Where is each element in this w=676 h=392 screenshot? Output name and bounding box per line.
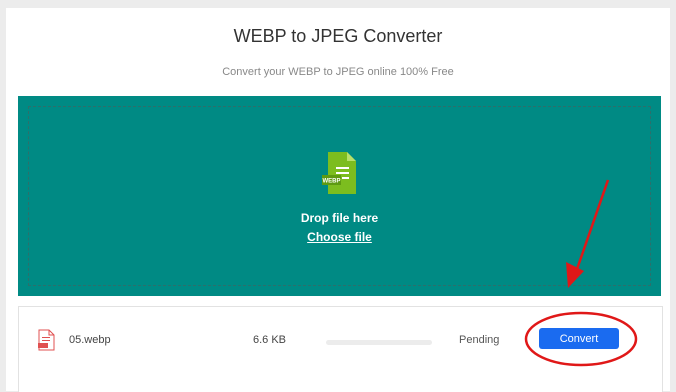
red-file-icon xyxy=(37,329,55,351)
conversion-progress-bar xyxy=(326,340,432,345)
status-text: Pending xyxy=(459,334,500,346)
convert-button[interactable]: Convert xyxy=(539,328,619,349)
file-size: 6.6 KB xyxy=(253,334,287,346)
file-name: 05.webp xyxy=(69,334,111,346)
page-subtitle: Convert your WEBP to JPEG online 100% Fr… xyxy=(222,66,454,78)
file-type-badge: WEBP xyxy=(323,179,341,185)
drop-zone[interactable]: WEBP Drop file here Choose file xyxy=(18,96,661,296)
webp-file-icon: WEBP xyxy=(321,150,361,196)
choose-file-link[interactable]: Choose file xyxy=(18,230,661,244)
converter-panel: WEBP to JPEG Converter Convert your WEBP… xyxy=(6,8,670,392)
file-list-row: 05.webp 6.6 KB Pending Convert xyxy=(18,306,663,392)
page-title: WEBP to JPEG Converter xyxy=(233,26,443,46)
drop-file-text: Drop file here xyxy=(300,211,379,225)
